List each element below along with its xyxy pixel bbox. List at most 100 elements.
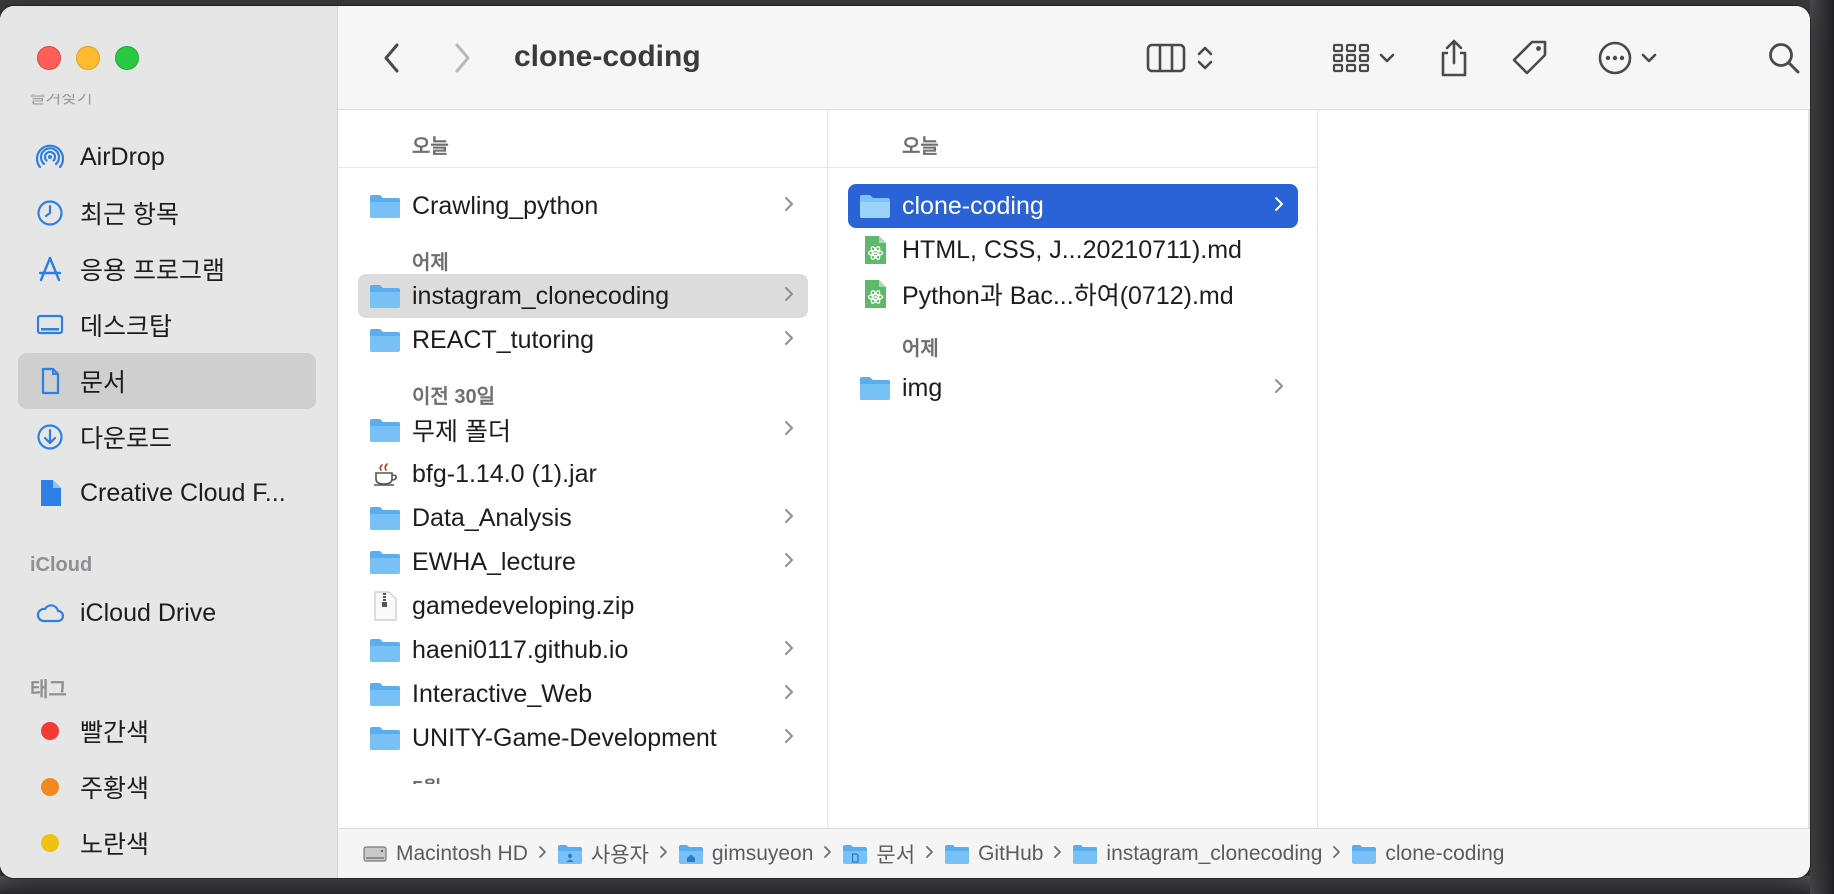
- cloud-icon: [34, 597, 66, 629]
- column-3[interactable]: [1318, 110, 1808, 828]
- group-heading-today: 오늘: [412, 136, 449, 158]
- markdown-file-icon: [858, 235, 892, 265]
- tag-dot-yellow-icon: [41, 834, 59, 852]
- close-button[interactable]: [37, 46, 61, 70]
- path-crumb[interactable]: clone-coding: [1351, 842, 1504, 866]
- sidebar-tag-yellow[interactable]: 노란색: [18, 815, 316, 871]
- file-row-data-analysis[interactable]: Data_Analysis: [358, 496, 808, 540]
- file-name: Crawling_python: [412, 191, 599, 220]
- forward-button[interactable]: [444, 36, 480, 80]
- disclosure-chevron-icon: [784, 683, 794, 707]
- group-button[interactable]: [1326, 36, 1402, 80]
- tag-icon: [1512, 40, 1547, 75]
- disclosure-chevron-icon: [784, 727, 794, 751]
- file-name: clone-coding: [902, 191, 1044, 220]
- file-row-interactive-web[interactable]: Interactive_Web: [358, 672, 808, 716]
- path-crumb[interactable]: GitHub: [944, 842, 1043, 866]
- file-name: Python과 Bac...하여(0712).md: [902, 282, 1234, 310]
- path-crumb-label: GitHub: [978, 841, 1044, 865]
- minimize-button[interactable]: [76, 46, 100, 70]
- sidebar-item-downloads[interactable]: 다운로드: [18, 409, 316, 465]
- file-row-react-tutoring[interactable]: REACT_tutoring: [358, 318, 808, 362]
- java-jar-icon: [368, 459, 402, 489]
- zoom-button[interactable]: [115, 46, 139, 70]
- file-name: Interactive_Web: [412, 679, 593, 708]
- sidebar-item-recents[interactable]: 최근 항목: [18, 185, 316, 241]
- tag-dot-red-icon: [41, 722, 59, 740]
- desktop-icon: [34, 309, 66, 341]
- path-crumb-label: Macintosh HD: [396, 841, 528, 865]
- file-row-gamedeveloping-zip[interactable]: gamedeveloping.zip: [358, 584, 808, 628]
- file-row-instagram-clonecoding[interactable]: instagram_clonecoding: [358, 274, 808, 318]
- disclosure-chevron-icon: [784, 329, 794, 353]
- file-row-html-css-j-20210711-md[interactable]: HTML, CSS, J...20210711).md: [848, 228, 1298, 272]
- file-row-clone-coding[interactable]: clone-coding: [848, 184, 1298, 228]
- sidebar-item-label: 최근 항목: [80, 201, 179, 229]
- path-separator-chevron-icon: [659, 843, 668, 864]
- path-crumb[interactable]: instagram_clonecoding: [1072, 842, 1322, 866]
- sidebar-item-label: 주황색: [80, 775, 150, 803]
- file-row-unity-game-development[interactable]: UNITY-Game-Development: [358, 716, 808, 760]
- back-button[interactable]: [374, 36, 410, 80]
- sidebar-item-icloud-drive[interactable]: iCloud Drive: [18, 585, 316, 641]
- share-button[interactable]: [1434, 36, 1474, 80]
- chevron-down-icon: [1641, 53, 1657, 63]
- group-heading-today: 오늘: [902, 136, 939, 158]
- sidebar-item-desktop[interactable]: 데스크탑: [18, 297, 316, 353]
- view-mode-button[interactable]: [1138, 36, 1224, 80]
- action-menu-button[interactable]: [1592, 36, 1664, 80]
- path-crumb[interactable]: 사용자: [557, 839, 649, 869]
- path-crumb[interactable]: 문서: [842, 839, 915, 869]
- path-separator-chevron-icon: [823, 843, 832, 864]
- file-name: haeni0117.github.io: [412, 635, 629, 664]
- folder-icon: [1351, 843, 1377, 865]
- path-crumb-label: gimsuyeon: [711, 841, 814, 865]
- file-name: UNITY-Game-Development: [412, 723, 717, 752]
- folder-icon: [368, 281, 402, 311]
- search-button[interactable]: [1762, 36, 1806, 80]
- sidebar-item-creative-cloud[interactable]: Creative Cloud F...: [18, 465, 316, 521]
- sidebar-item-applications[interactable]: 응용 프로그램: [18, 241, 316, 297]
- path-crumb[interactable]: gimsuyeon: [678, 841, 814, 866]
- column-1[interactable]: 오늘 Crawling_python 어제 instagram_clonecodin…: [338, 110, 828, 828]
- sidebar-item-label: AirDrop: [80, 142, 165, 171]
- sidebar-item-documents[interactable]: 문서: [18, 353, 316, 409]
- sidebar-item-label: 빨간색: [80, 719, 150, 747]
- tag-button[interactable]: [1508, 36, 1552, 80]
- home-folder-icon: [678, 843, 704, 865]
- file-row-haeni0117-github-io[interactable]: haeni0117.github.io: [358, 628, 808, 672]
- file-row-img[interactable]: img: [848, 366, 1298, 410]
- folder-icon: [368, 325, 402, 355]
- file-row-[interactable]: 무제 폴더: [358, 408, 808, 452]
- folder-icon: [858, 191, 892, 221]
- group-heading: 어제: [412, 252, 449, 274]
- group-heading-cutoff: 5월: [412, 772, 442, 784]
- column-2[interactable]: 오늘 clone-coding HTML, CSS, J...20210711).…: [828, 110, 1318, 828]
- disclosure-chevron-icon: [784, 419, 794, 443]
- sidebar-tag-red[interactable]: 빨간색: [18, 703, 316, 759]
- file-name: img: [902, 373, 943, 402]
- path-crumb[interactable]: Macintosh HD: [362, 842, 528, 866]
- folder-icon: [368, 679, 402, 709]
- sidebar-tag-orange[interactable]: 주황색: [18, 759, 316, 815]
- file-row-crawling-python[interactable]: Crawling_python: [358, 184, 808, 228]
- file-name: bfg-1.14.0 (1).jar: [412, 459, 597, 488]
- file-row-ewha-lecture[interactable]: EWHA_lecture: [358, 540, 808, 584]
- path-crumb-label: instagram_clonecoding: [1106, 841, 1323, 865]
- file-row-bfg-1-14-0-1-jar[interactable]: bfg-1.14.0 (1).jar: [358, 452, 808, 496]
- folder-icon: [858, 373, 892, 403]
- group-heading: 어제: [902, 338, 939, 360]
- window-controls: [37, 46, 139, 70]
- clock-icon: [34, 197, 66, 229]
- sidebar-item-label: 응용 프로그램: [80, 257, 225, 285]
- folder-icon: [368, 503, 402, 533]
- sidebar-item-airdrop[interactable]: AirDrop: [18, 129, 316, 185]
- folder-icon: [368, 415, 402, 445]
- path-separator-chevron-icon: [925, 843, 934, 864]
- folder-icon: [368, 547, 402, 577]
- chevron-right-icon: [455, 43, 470, 73]
- zip-archive-icon: [368, 591, 402, 621]
- file-row-python-bac-0712-md[interactable]: Python과 Bac...하여(0712).md: [848, 272, 1298, 316]
- folder-icon: [368, 191, 402, 221]
- users-folder-icon: [557, 843, 583, 865]
